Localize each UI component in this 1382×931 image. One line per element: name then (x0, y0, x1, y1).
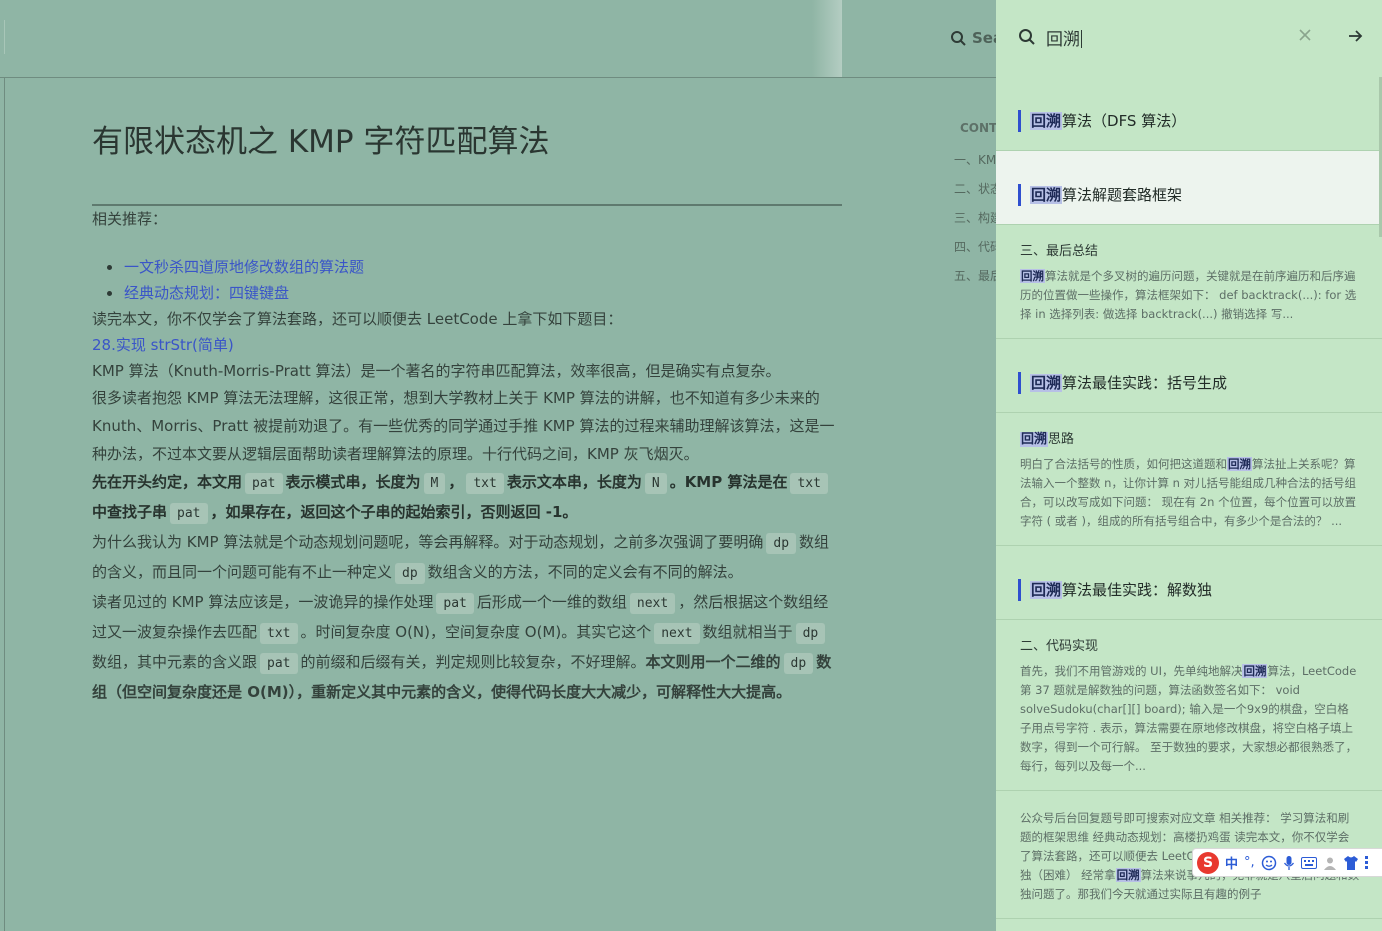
problem-paragraph: 28.实现 strStr(简单) (92, 332, 842, 358)
search-result[interactable]: 回溯算法最佳实践：括号生成 (996, 339, 1382, 413)
skin-shirt-icon[interactable] (1343, 855, 1359, 870)
divider (4, 20, 5, 54)
microphone-icon[interactable] (1283, 855, 1295, 871)
paragraph: 很多读者抱怨 KMP 算法无法理解，这很正常，想到大学教材上关于 KMP 算法的… (92, 389, 835, 463)
inline-code: dp (766, 533, 797, 554)
recommend-label: 相关推荐： (92, 210, 168, 228)
inline-code: pat (260, 653, 298, 674)
ime-punctuation-toggle[interactable]: °, (1244, 855, 1255, 870)
search-result[interactable]: 回溯算法（DFS 算法） (996, 77, 1382, 151)
inline-code: dp (795, 623, 826, 644)
inline-code: N (644, 473, 667, 494)
inline-code: txt (790, 473, 828, 494)
scroll-fade (812, 0, 842, 77)
list-item: 一文秒杀四道原地修改数组的算法题 (92, 254, 842, 280)
inline-code: M (423, 473, 446, 494)
recommend-link[interactable]: 一文秒杀四道原地修改数组的算法题 (124, 258, 364, 276)
toc-item[interactable]: 三、构建状态转移图 (954, 204, 996, 233)
problem-link[interactable]: 28.实现 strStr(简单) (92, 336, 234, 354)
recommend-list: 一文秒杀四道原地修改数组的算法题 经典动态规划：四键键盘 (92, 254, 842, 306)
search-result-section[interactable]: 二、代码实现 首先，我们不用管游戏的 UI，先单纯地解决回溯算法，LeetCod… (996, 620, 1382, 791)
search-input[interactable]: 回溯 (1046, 25, 1082, 50)
search-result-section[interactable]: 三、最后总结 回溯算法就是个多叉树的遍历问题，关键就是在前序遍历和后序遍历的位置… (996, 225, 1382, 339)
search-result[interactable]: 回溯算法最佳实践：解数独 (996, 546, 1382, 620)
toc-item[interactable]: 四、代码实现 (954, 233, 996, 262)
inline-code: dp (783, 653, 814, 674)
inline-code: dp (395, 563, 425, 584)
clear-icon[interactable] (1298, 28, 1312, 42)
inline-code: next (629, 593, 676, 614)
paragraph: 读完本文，你不仅学会了算法套路，还可以顺便去 LeetCode 上拿下如下题目： (92, 310, 623, 328)
toc-item[interactable]: 二、状态机概述 (954, 175, 996, 204)
paragraph: 为什么我认为 KMP 算法就是个动态规划问题呢，等会再解释。对于动态规划，之前多… (92, 528, 842, 588)
search-header: 回溯 (996, 0, 1382, 77)
page-title: 有限状态机之 KMP 字符匹配算法 (92, 118, 842, 206)
search-result-section[interactable]: 回溯思路 明白了合法括号的性质，如何把这道题和回溯算法扯上关系呢？算法输入一个整… (996, 413, 1382, 546)
search-icon (1019, 29, 1035, 45)
top-bar (0, 0, 996, 78)
paragraph: KMP 算法（Knuth-Morris-Pratt 算法）是一个著名的字符串匹配… (92, 362, 781, 380)
ime-logo[interactable]: S (1197, 851, 1219, 874)
toc-item[interactable]: 五、最后总结 (954, 262, 996, 291)
paragraph-bold: 先在开头约定，本文用 pat 表示模式串，长度为 M， txt 表示文本串，长度为 N 。KM… (92, 468, 842, 528)
inline-code: pat (436, 593, 474, 614)
ime-toolbar[interactable]: S 中 °, (1192, 848, 1382, 877)
grid-menu-icon[interactable] (1364, 855, 1373, 870)
inline-code: next (654, 623, 700, 644)
emoji-icon[interactable] (1261, 855, 1277, 871)
keyboard-icon[interactable] (1300, 856, 1317, 869)
recommend-link[interactable]: 经典动态规划：四键键盘 (124, 284, 289, 302)
search-icon (951, 31, 966, 46)
inline-code: pat (170, 503, 208, 524)
search-result-selected[interactable]: 回溯算法解题套路框架 (996, 151, 1382, 225)
search-panel: 回溯 回溯算法（DFS 算法） 回溯算法解题套路框架 三、最后总结 回溯算法就是… (996, 0, 1382, 931)
ime-language-toggle[interactable]: 中 (1225, 853, 1238, 872)
user-icon[interactable] (1323, 856, 1337, 870)
toc-heading: CONTENTS (954, 118, 996, 138)
sidebar-divider (4, 78, 5, 931)
inline-code: txt (466, 473, 504, 494)
table-of-contents: CONTENTS 一、KMP 算法概述 二、状态机概述 三、构建状态转移图 四、… (954, 118, 996, 291)
list-item: 经典动态规划：四键键盘 (92, 280, 842, 306)
paragraph: 读者见过的 KMP 算法应该是，一波诡异的操作处理 pat 后形成一个一维的数组 ne… (92, 593, 832, 701)
arrow-right-icon[interactable] (1347, 28, 1363, 44)
inline-code: txt (260, 623, 298, 644)
toc-item[interactable]: 一、KMP 算法概述 (954, 146, 996, 175)
article: 有限状态机之 KMP 字符匹配算法 相关推荐： 一文秒杀四道原地修改数组的算法题… (92, 118, 842, 706)
inline-code: pat (245, 473, 283, 494)
